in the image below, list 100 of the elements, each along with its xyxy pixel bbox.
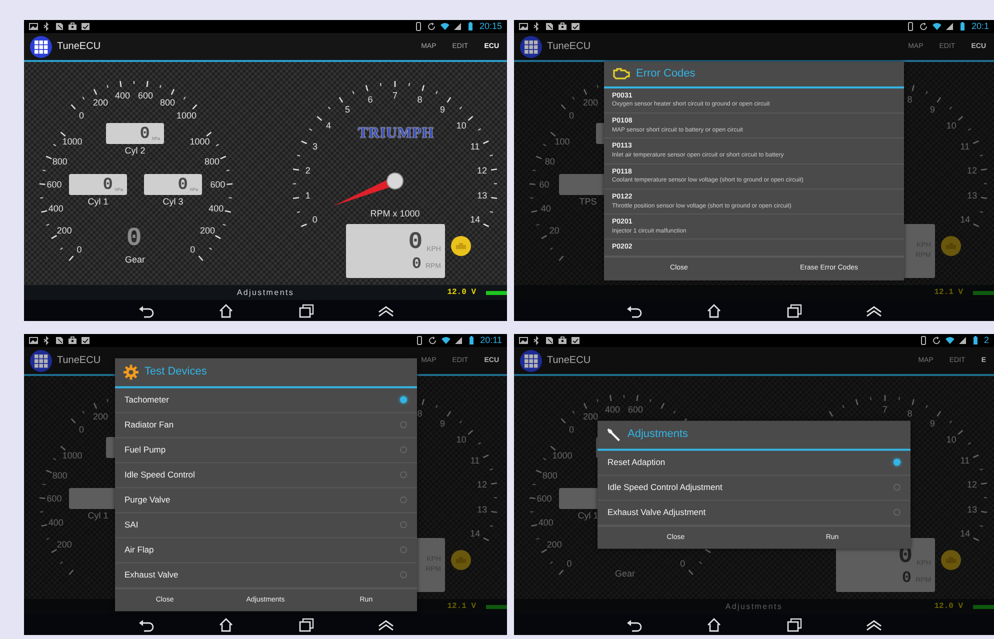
scale-label: 200 [546, 540, 562, 550]
option-row[interactable]: Reset Adaption [598, 450, 910, 476]
scale-label: 8 [907, 409, 912, 418]
grid-app-icon[interactable] [30, 36, 52, 58]
clock-time: 20:15 [479, 22, 502, 31]
scale-label: 200 [582, 412, 598, 422]
radio-button[interactable] [894, 458, 900, 466]
scale-label: 400 [114, 91, 130, 100]
scale-label: 8 [417, 409, 422, 418]
clock-time: 2 [984, 336, 989, 345]
wifi-icon [932, 22, 942, 31]
scale-label: 2 [305, 166, 310, 176]
rpm-digit: 0 [902, 570, 912, 586]
bluetooth-icon [532, 336, 541, 345]
radio-button[interactable] [400, 546, 406, 554]
home-icon[interactable] [706, 302, 722, 318]
recent-apps-icon[interactable] [786, 302, 802, 318]
battery-level-bar [486, 290, 507, 294]
scale-label: 400 [208, 204, 224, 214]
option-row[interactable]: Exhaust Valve [114, 562, 416, 588]
indicator-lamp-icon[interactable] [451, 236, 471, 256]
radio-button[interactable] [894, 484, 900, 491]
scale-label: 200 [582, 98, 598, 108]
scale-label: 11 [470, 142, 480, 152]
scale-label: 10 [946, 436, 956, 445]
phone-icon [918, 336, 928, 345]
option-row[interactable]: Tachometer [114, 388, 416, 413]
bottom-label[interactable]: Adjustments [236, 288, 296, 298]
scale-label: 7 [882, 406, 888, 414]
scale-label: 0 [566, 559, 572, 568]
scale-label: 1000 [190, 137, 210, 146]
radio-button[interactable] [400, 521, 406, 528]
recent-apps-icon[interactable] [786, 616, 802, 632]
scale-label: 13 [967, 506, 978, 515]
gear-digit: 0 [126, 225, 142, 251]
scale-label: 40 [540, 204, 551, 214]
home-icon[interactable] [218, 302, 234, 318]
app-title: TuneECU [57, 40, 101, 54]
scale-label: 200 [92, 98, 108, 108]
grid-app-icon[interactable] [30, 350, 52, 372]
battery-level-bar [486, 604, 507, 608]
option-row[interactable]: Idle Speed Control Adjustment [598, 475, 910, 500]
phone-icon [906, 22, 916, 31]
bluetooth-icon [532, 22, 541, 31]
radio-button[interactable] [400, 446, 406, 454]
option-row[interactable]: SAI [114, 512, 416, 538]
display-label: Cyl 1 [88, 198, 108, 206]
recent-apps-icon[interactable] [298, 302, 314, 318]
scale-label: 8 [907, 95, 912, 104]
scale-label: 800 [52, 472, 68, 481]
lcd-digit: 0 [102, 177, 113, 194]
brand-logo: TRIUMPH [358, 126, 434, 142]
scale-label: 9 [930, 105, 935, 114]
scale-label: 11 [960, 456, 970, 466]
scale-label: 0 [78, 425, 84, 434]
voltage-reading: 12.1 V [934, 288, 963, 296]
sync-icon [919, 22, 928, 31]
battery-level-bar [973, 604, 994, 608]
radio-button[interactable] [894, 508, 900, 516]
scale-label: 80 [544, 158, 555, 167]
radio-button[interactable] [400, 496, 406, 504]
scale-label: 400 [48, 204, 64, 214]
scale-label: 13 [967, 192, 978, 201]
radio-button[interactable] [400, 471, 406, 478]
radio-button[interactable] [400, 396, 406, 404]
scale-label: 14 [960, 216, 970, 225]
option-row[interactable]: Radiator Fan [114, 412, 416, 438]
picture-icon [29, 22, 38, 31]
battery-icon [970, 336, 980, 345]
scale-label: 14 [470, 216, 480, 225]
bluetooth-icon [42, 22, 51, 31]
scale-label: 14 [960, 530, 970, 539]
scale-label: 9 [440, 419, 445, 428]
recent-apps-icon[interactable] [298, 616, 314, 632]
scale-label: 800 [542, 472, 558, 481]
scale-label: 4 [326, 122, 332, 131]
voltage-reading: 12.0 V [447, 288, 476, 296]
option-row[interactable]: Idle Speed Control [114, 462, 416, 488]
signal-icon [958, 336, 967, 345]
scale-label: 7 [392, 92, 398, 100]
gear-icon [122, 364, 138, 380]
home-icon[interactable] [706, 616, 722, 632]
option-row[interactable]: Air Flap [114, 538, 416, 563]
option-row[interactable]: Fuel Pump [114, 438, 416, 463]
clock-time: 20:11 [480, 336, 502, 345]
scale-label: 9 [930, 419, 935, 428]
sync-icon [932, 336, 941, 345]
sync-icon [428, 336, 438, 345]
option-row[interactable]: Purge Valve [114, 488, 416, 513]
voltage-reading: 12.0 V [934, 602, 963, 610]
option-row[interactable]: Exhaust Valve Adjustment [598, 500, 910, 526]
radio-button[interactable] [400, 571, 406, 578]
grid-app-icon[interactable] [520, 350, 542, 372]
display-label: Gear [125, 256, 145, 264]
scale-label: 12 [477, 480, 488, 490]
grid-app-icon[interactable] [520, 36, 542, 58]
scale-label: 14 [470, 530, 480, 539]
home-icon[interactable] [218, 616, 234, 632]
radio-button[interactable] [400, 421, 406, 428]
scale-label: 60 [539, 180, 550, 190]
